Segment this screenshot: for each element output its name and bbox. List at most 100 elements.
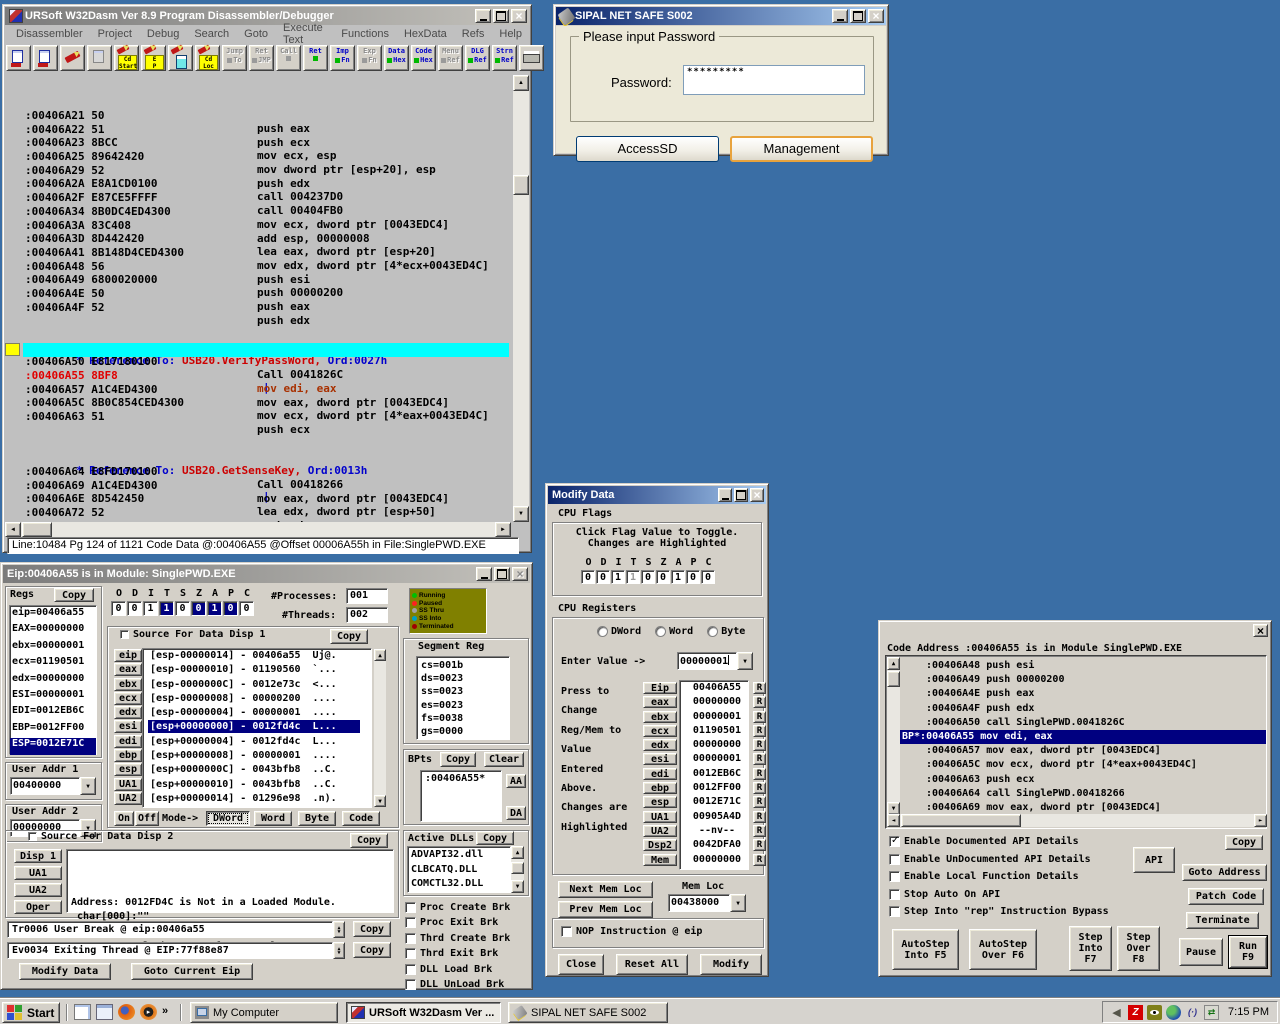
string-references-button[interactable]: Strn Ref xyxy=(492,45,517,71)
minimize-button[interactable] xyxy=(832,9,848,23)
firefox-icon[interactable] xyxy=(118,1004,135,1020)
register-button[interactable]: UA1 xyxy=(643,811,677,823)
open-file-button[interactable] xyxy=(6,45,31,71)
print-button[interactable] xyxy=(519,45,544,71)
scroll-right-button[interactable] xyxy=(495,522,511,537)
flag-value[interactable]: 0 xyxy=(641,570,655,584)
restore-button[interactable]: R xyxy=(753,796,766,808)
volume-icon[interactable] xyxy=(1109,1005,1124,1020)
network-globe-icon[interactable] xyxy=(1166,1005,1181,1020)
flag-value[interactable]: 0 xyxy=(127,601,142,616)
disp1-row[interactable]: esp [esp+0000000C] - 0043bfb8 ..C. xyxy=(114,763,360,777)
menu-item[interactable]: Debug xyxy=(140,26,186,42)
listing-row[interactable]: :00406A7A 51 push ecx xyxy=(23,507,509,521)
menu-item[interactable]: Functions xyxy=(334,26,396,42)
menu-item[interactable]: Search xyxy=(187,26,236,42)
mode-word-button[interactable]: Word xyxy=(254,811,292,826)
minimize-button[interactable] xyxy=(476,567,492,581)
autostep-into-button[interactable]: AutoStepInto F5 xyxy=(892,929,959,970)
breakpoint-item[interactable]: :00406A55* xyxy=(425,773,497,784)
code-row[interactable]: :00406A63 push ecx xyxy=(900,773,1266,787)
listing-row[interactable]: | xyxy=(23,425,509,439)
listing-row[interactable]: :00406A50 E817180100 Call 0041826C xyxy=(23,329,509,343)
maximize-button[interactable] xyxy=(734,488,748,502)
register-button[interactable]: edx xyxy=(114,706,142,719)
dll-item[interactable]: COMCTL32.DLL xyxy=(411,877,507,892)
dll-item[interactable]: ADVAPI32.dll xyxy=(411,848,507,863)
task-button[interactable]: SIPAL NET SAFE S002 xyxy=(508,1002,668,1023)
execute-jump-button[interactable]: Jump To xyxy=(222,45,247,71)
pause-button[interactable]: Pause xyxy=(1179,938,1223,966)
restore-button[interactable]: R xyxy=(753,696,766,708)
goto-entry-point-button[interactable]: EP xyxy=(141,45,166,71)
restore-button[interactable]: R xyxy=(753,825,766,837)
register-button[interactable]: esp xyxy=(114,763,142,776)
media-player-icon[interactable] xyxy=(140,1004,157,1020)
restore-button[interactable]: R xyxy=(753,753,766,765)
quick-launch-overflow[interactable]: » xyxy=(162,1005,168,1017)
da-button[interactable]: DA xyxy=(506,806,526,820)
break-status-field[interactable]: Tr0006 User Break @ eip:00406a55 xyxy=(7,921,333,938)
disp1-row[interactable]: UA1 [esp+00000010] - 0043bfb8 ..C. xyxy=(114,778,360,792)
register-button[interactable]: UA1 xyxy=(114,778,142,791)
api-option-checkbox[interactable]: Enable UnDocumented API Details xyxy=(889,854,1109,865)
enter-value-input[interactable]: 00000001 xyxy=(677,652,737,670)
flag-value[interactable]: 0 xyxy=(686,570,700,584)
power-alert-icon[interactable] xyxy=(1128,1005,1143,1020)
listing-row[interactable]: :00406A73 8B0C854CED4300 mov ecx, dword … xyxy=(23,494,509,508)
disp1-row[interactable]: eip [esp-00000014] - 00406a55 Uj@. xyxy=(114,649,360,663)
patch-code-button[interactable]: Patch Code xyxy=(1188,888,1264,905)
flag-value[interactable]: 1 xyxy=(159,601,174,616)
listing-row[interactable]: | xyxy=(23,316,509,330)
disp2-checkbox[interactable]: Source For Data Disp 2 xyxy=(28,831,173,842)
restore-button[interactable]: R xyxy=(753,682,766,694)
break-checkbox[interactable]: Proc Exit Brk xyxy=(405,917,510,928)
register-button[interactable]: Eip xyxy=(643,682,677,694)
goto-code-location-button[interactable]: CdLoc xyxy=(195,45,220,71)
disp1-scrollbar[interactable] xyxy=(374,649,386,807)
flag-value[interactable]: 0 xyxy=(581,570,595,584)
disp1-checkbox[interactable]: Source For Data Disp 1 xyxy=(120,629,265,640)
accesssd-button[interactable]: AccessSD xyxy=(576,136,719,162)
dialog-references-button[interactable]: DLG Ref xyxy=(465,45,490,71)
autostep-over-button[interactable]: AutoStepOver F6 xyxy=(969,929,1037,970)
listing-row[interactable]: :00406A21 50 push eax xyxy=(23,83,509,97)
modify-data-titlebar[interactable]: Modify Data xyxy=(548,486,766,504)
scroll-up-button[interactable] xyxy=(513,75,529,91)
disp1-row[interactable]: UA2 [esp+00000014] - 01296e98 .n). xyxy=(114,792,360,806)
register-button[interactable]: ebp xyxy=(643,782,677,794)
listing-row[interactable]: :00406A72 52 push edx xyxy=(23,480,509,494)
goto-page-button[interactable] xyxy=(168,45,193,71)
disp2-source-button[interactable]: Disp 1 xyxy=(14,849,62,863)
copy-regs-button[interactable]: Copy xyxy=(54,588,94,602)
listing-row[interactable]: :00406A22 51 push ecx xyxy=(23,97,509,111)
next-mem-loc-button[interactable]: Next Mem Loc xyxy=(558,881,653,898)
code-row[interactable]: :00406A49 push 00000200 xyxy=(900,673,1266,687)
break-spinner[interactable]: ▲▼ xyxy=(333,921,345,938)
task-button[interactable]: My Computer xyxy=(190,1002,338,1023)
disp2-source-button[interactable]: UA1 xyxy=(14,866,62,880)
listing-row[interactable]: :00406A25 89642420 mov dword ptr [esp+20… xyxy=(23,124,509,138)
modify-data-button[interactable]: Modify Data xyxy=(19,963,111,980)
register-button[interactable]: ebx xyxy=(643,711,677,723)
close-button[interactable] xyxy=(868,9,884,23)
listing-row[interactable]: :00406A4F 52 push edx xyxy=(23,275,509,289)
copy-break-button[interactable]: Copy xyxy=(353,921,391,937)
break-checkbox[interactable]: DLL Load Brk xyxy=(405,964,510,975)
flag-value[interactable]: 1 xyxy=(626,570,640,584)
restore-button[interactable]: R xyxy=(753,768,766,780)
register-button[interactable]: eax xyxy=(643,696,677,708)
clear-bpts-button[interactable]: Clear xyxy=(484,752,524,767)
menu-references-button[interactable]: Menu Ref xyxy=(438,45,463,71)
close-button[interactable] xyxy=(1253,624,1268,637)
save-disassembly-button[interactable] xyxy=(33,45,58,71)
listing-row[interactable] xyxy=(23,288,509,302)
removable-device-icon[interactable] xyxy=(1204,1005,1219,1020)
return-from-jump-button[interactable]: Ret JMP xyxy=(249,45,274,71)
flag-value[interactable]: 0 xyxy=(596,570,610,584)
step-over-button[interactable]: StepOverF8 xyxy=(1117,926,1160,971)
flag-value[interactable]: 1 xyxy=(611,570,625,584)
api-option-checkbox[interactable]: Enable Local Function Details xyxy=(889,871,1109,882)
mem-loc-input[interactable]: 00438000 xyxy=(668,894,730,912)
listing-row[interactable]: :00406A5C 8B0C854CED4300 mov ecx, dword … xyxy=(23,370,509,384)
